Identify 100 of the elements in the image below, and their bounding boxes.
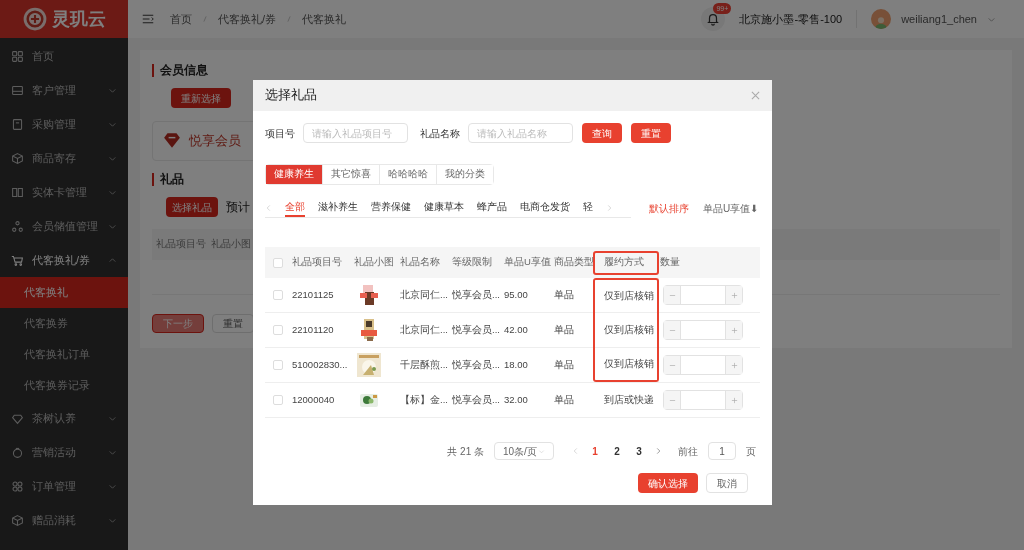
menu-item-icon	[11, 479, 24, 493]
increment-button[interactable]	[725, 286, 742, 304]
category-tab[interactable]: 滋补养生	[318, 198, 358, 217]
sidebar-item[interactable]: 客户管理	[0, 73, 128, 107]
menu-item-icon	[11, 117, 24, 131]
increment-button[interactable]	[725, 391, 742, 409]
sidebar-item[interactable]: 订单管理	[0, 469, 128, 503]
chevron-right-icon	[655, 447, 662, 455]
gem-icon	[161, 132, 183, 150]
quantity-stepper[interactable]	[663, 320, 743, 340]
sidebar-item[interactable]: 赠品消耗	[0, 503, 128, 537]
notification-button[interactable]	[701, 7, 726, 31]
page-button[interactable]: 1	[589, 443, 601, 459]
table-cell-text: 单品	[553, 322, 575, 337]
member-level: 悦享会员	[189, 132, 241, 151]
page-size-select[interactable]: 10条/页	[494, 442, 554, 460]
sidebar-subitem[interactable]: 代客换礼	[0, 277, 128, 308]
sort-option[interactable]: 单品U享值⬇	[703, 200, 759, 216]
reselect-button[interactable]: 重新选择	[171, 88, 231, 108]
category-tab[interactable]: 全部	[285, 198, 305, 217]
estimate-label: 预计	[226, 199, 250, 216]
table-cell-text: 单品	[553, 287, 575, 302]
confirm-button[interactable]: 确认选择	[638, 473, 698, 493]
store-name: 北京施小墨-零售-100	[739, 11, 843, 27]
table-cell-text: 悦享会员...	[451, 322, 501, 337]
menu-item-icon	[11, 185, 24, 199]
table-cell-text: 千层酥煎...	[399, 357, 449, 372]
category-tab[interactable]: 营养保健	[371, 198, 411, 217]
decrement-button[interactable]	[664, 321, 681, 339]
checkbox[interactable]	[273, 395, 283, 405]
filter-label: 礼品名称	[420, 126, 460, 141]
breadcrumb-separator-icon	[202, 14, 208, 24]
page-button[interactable]: 3	[633, 443, 645, 459]
sort-option[interactable]: 默认排序	[649, 200, 689, 216]
group-tab[interactable]: 健康养生	[266, 165, 322, 184]
close-button[interactable]	[751, 91, 760, 100]
increment-button[interactable]	[725, 321, 742, 339]
quantity-stepper[interactable]	[663, 355, 743, 375]
category-tab[interactable]: 健康草本	[424, 198, 464, 217]
menu-item-icon	[11, 49, 24, 63]
quantity-stepper[interactable]	[663, 390, 743, 410]
sidebar-subitem[interactable]: 代客换券	[0, 308, 128, 339]
table-cell-text: 12000040	[291, 392, 336, 407]
checkbox[interactable]	[273, 360, 283, 370]
table-cell-text: 32.00	[503, 392, 529, 407]
select-gift-button[interactable]: 选择礼品	[166, 197, 218, 217]
breadcrumb-item[interactable]: 首页	[170, 10, 192, 28]
category-tab[interactable]: 蜂产品	[477, 198, 507, 217]
category-tab[interactable]: 轻	[583, 198, 593, 217]
logo-icon	[22, 6, 48, 32]
decrement-button[interactable]	[664, 356, 681, 374]
sidebar-item[interactable]: 茶树认养	[0, 401, 128, 435]
breadcrumb-item[interactable]: 代客换礼	[302, 10, 347, 28]
breadcrumb-item[interactable]: 代客换礼/券	[218, 10, 277, 28]
table-cell-text: 悦享会员...	[451, 392, 501, 407]
column-header: 礼品项目号	[291, 255, 343, 270]
reset-button[interactable]: 重置	[212, 314, 254, 333]
decrement-button[interactable]	[664, 391, 681, 409]
column-header: 礼品小图	[353, 255, 395, 270]
dialog-title: 选择礼品	[265, 87, 317, 105]
plus-icon	[730, 326, 738, 334]
checkbox[interactable]	[273, 257, 283, 268]
reset-button[interactable]: 重置	[631, 123, 671, 143]
sidebar-item[interactable]: 营销活动	[0, 435, 128, 469]
bell-icon	[706, 12, 721, 26]
table-cell-text: 单品	[553, 392, 575, 407]
user-name[interactable]: weiliang1_chen	[901, 10, 977, 28]
column-header: 商品类型	[553, 255, 595, 270]
chevron-left-icon	[572, 447, 579, 455]
logo-text: 灵玑云	[52, 7, 106, 31]
increment-button[interactable]	[725, 356, 742, 374]
sidebar-subitem[interactable]: 代客换券记录	[0, 370, 128, 401]
plus-icon	[730, 396, 738, 404]
goto-label: 前往	[678, 444, 698, 459]
sidebar-item[interactable]: 代客换礼/券	[0, 243, 128, 277]
page-input[interactable]: 1	[708, 442, 736, 460]
group-tab[interactable]: 我的分类	[436, 165, 493, 184]
checkbox[interactable]	[273, 325, 283, 335]
sidebar-item[interactable]: 首页	[0, 39, 128, 73]
table-cell-text: 18.00	[503, 357, 529, 372]
table-cell-text: 【标】金...	[399, 392, 449, 407]
table-cell-text: 42.00	[503, 322, 529, 337]
decrement-button[interactable]	[664, 286, 681, 304]
category-tab[interactable]: 电商仓发货	[520, 198, 570, 217]
avatar	[871, 9, 892, 29]
sidebar-item[interactable]: 会员储值管理	[0, 209, 128, 243]
sidebar-subitem[interactable]: 代客换礼订单	[0, 339, 128, 370]
page-button[interactable]: 2	[611, 443, 623, 459]
sidebar-item[interactable]: 实体卡管理	[0, 175, 128, 209]
quantity-stepper[interactable]	[663, 285, 743, 305]
checkbox[interactable]	[273, 290, 283, 300]
column-header: 数量	[659, 255, 681, 270]
column-header: 礼品名称	[399, 255, 441, 270]
sidebar-item[interactable]: 采购管理	[0, 107, 128, 141]
table-cell-text: 到店或快递	[603, 392, 655, 407]
search-button[interactable]: 查询	[582, 123, 622, 143]
cancel-button[interactable]: 取消	[706, 473, 748, 493]
sidebar-item[interactable]: 商品寄存	[0, 141, 128, 175]
menu-icon	[142, 13, 154, 25]
table-cell-text: 510002830...	[291, 357, 349, 372]
